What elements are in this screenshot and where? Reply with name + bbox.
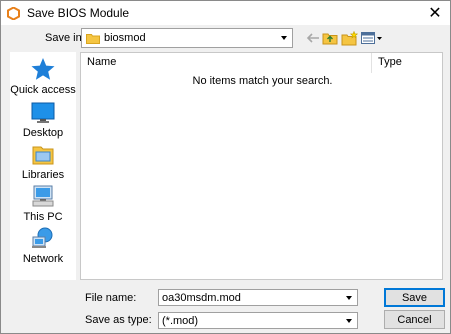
save-button[interactable]: Save <box>384 288 445 307</box>
folder-icon <box>86 34 100 44</box>
view-menu-button[interactable] <box>360 28 384 48</box>
file-name-value: oa30msdm.mod <box>162 292 241 304</box>
file-name-input[interactable]: oa30msdm.mod <box>158 289 358 306</box>
view-menu-icon <box>361 32 382 44</box>
place-label: Quick access <box>10 84 76 96</box>
window-title: Save BIOS Module <box>27 6 130 20</box>
place-label: Desktop <box>22 127 64 139</box>
up-folder-button[interactable] <box>322 28 338 48</box>
up-folder-icon <box>322 33 338 45</box>
close-button[interactable]: ✕ <box>420 1 450 25</box>
back-arrow-icon <box>306 33 319 43</box>
place-desktop[interactable]: Desktop <box>10 100 76 139</box>
column-header-type[interactable]: Type <box>372 53 442 73</box>
place-quick-access[interactable]: Quick access <box>10 57 76 96</box>
places-bar: Quick access Desktop Libraries This PC N… <box>10 52 76 280</box>
file-list[interactable]: Name Type No items match your search. <box>80 52 443 280</box>
save-as-type-value: (*.mod) <box>162 315 199 327</box>
title-bar: Save BIOS Module ✕ <box>1 1 450 25</box>
place-network[interactable]: Network <box>10 226 76 265</box>
save-as-type-label: Save as type: <box>85 314 152 326</box>
quick-access-star-icon <box>31 58 55 80</box>
place-libraries[interactable]: Libraries <box>10 142 76 181</box>
column-header-name[interactable]: Name <box>81 53 372 73</box>
back-button[interactable] <box>305 28 321 48</box>
chevron-down-icon[interactable] <box>341 291 356 304</box>
network-icon <box>32 227 53 248</box>
place-this-pc[interactable]: This PC <box>10 184 76 223</box>
chevron-down-icon <box>276 30 291 46</box>
save-in-value: biosmod <box>104 32 146 44</box>
new-folder-icon <box>341 30 358 45</box>
chevron-down-icon <box>341 314 356 327</box>
save-in-dropdown[interactable]: biosmod <box>81 28 293 48</box>
place-label: Libraries <box>21 169 65 181</box>
desktop-icon <box>31 102 55 123</box>
new-folder-button[interactable] <box>340 28 358 48</box>
libraries-icon <box>32 146 54 165</box>
save-as-type-dropdown[interactable]: (*.mod) <box>158 312 358 329</box>
save-dialog: Save BIOS Module ✕ Save in: biosmod Quic… <box>0 0 451 334</box>
empty-message: No items match your search. <box>192 75 333 87</box>
app-icon <box>7 7 20 20</box>
save-in-label: Save in: <box>45 32 85 44</box>
close-icon: ✕ <box>428 5 442 22</box>
place-label: This PC <box>23 211 63 223</box>
place-label: Network <box>22 253 64 265</box>
cancel-button[interactable]: Cancel <box>384 310 445 329</box>
file-name-label: File name: <box>85 292 137 304</box>
this-pc-icon <box>32 185 54 207</box>
